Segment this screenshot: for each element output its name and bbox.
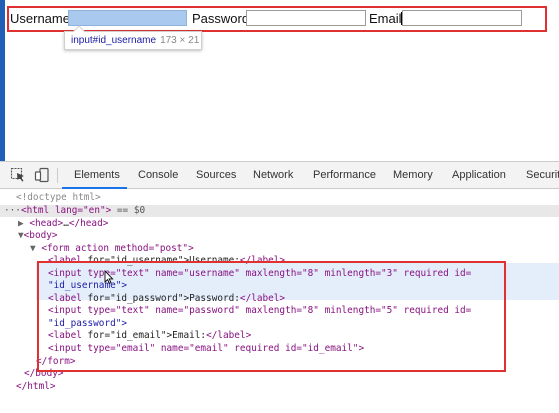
tab-security[interactable]: Securit [526, 169, 559, 181]
mouse-cursor-icon [104, 270, 114, 284]
username-input[interactable] [68, 10, 187, 26]
tab-application[interactable]: Application [452, 169, 506, 181]
tab-console[interactable]: Console [138, 169, 178, 181]
tooltip-size: 173 × 21 [160, 35, 200, 46]
tab-performance[interactable]: Performance [313, 169, 376, 181]
expand-triangle-icon: ▶ [18, 218, 24, 229]
tooltip-selector: input#id_username [71, 35, 157, 46]
devtools-panel: Elements Console Sources Network Perform… [0, 161, 559, 413]
dom-tree: <!doctype html> ···<html lang="en"> == $… [0, 190, 559, 413]
device-toolbar-icon[interactable] [34, 167, 50, 183]
collapse-triangle-icon: ▼ [30, 243, 36, 254]
toolbar-divider [57, 168, 58, 183]
password-label: Password: [192, 11, 253, 26]
html-open-line[interactable]: ···<html lang="en"> == $0 [4, 205, 145, 218]
element-tooltip: input#id_username 173 × 21 [64, 25, 202, 50]
html-close-line[interactable]: </html> [16, 381, 56, 394]
inspect-element-icon[interactable] [10, 167, 26, 183]
body-open-line[interactable]: ▼<body> [18, 230, 58, 243]
tab-elements[interactable]: Elements [74, 169, 120, 181]
username-label: Username: [10, 11, 74, 26]
tab-sources[interactable]: Sources [196, 169, 236, 181]
password-input[interactable] [246, 10, 366, 26]
text-caret [401, 12, 402, 25]
email-label: Email: [369, 11, 406, 26]
tab-memory[interactable]: Memory [393, 169, 433, 181]
devtools-tabbar: Elements Console Sources Network Perform… [0, 162, 559, 189]
active-tab-indicator [62, 187, 127, 189]
tab-network[interactable]: Network [253, 169, 293, 181]
doctype-line[interactable]: <!doctype html> [16, 192, 101, 205]
email-input[interactable] [402, 10, 522, 26]
